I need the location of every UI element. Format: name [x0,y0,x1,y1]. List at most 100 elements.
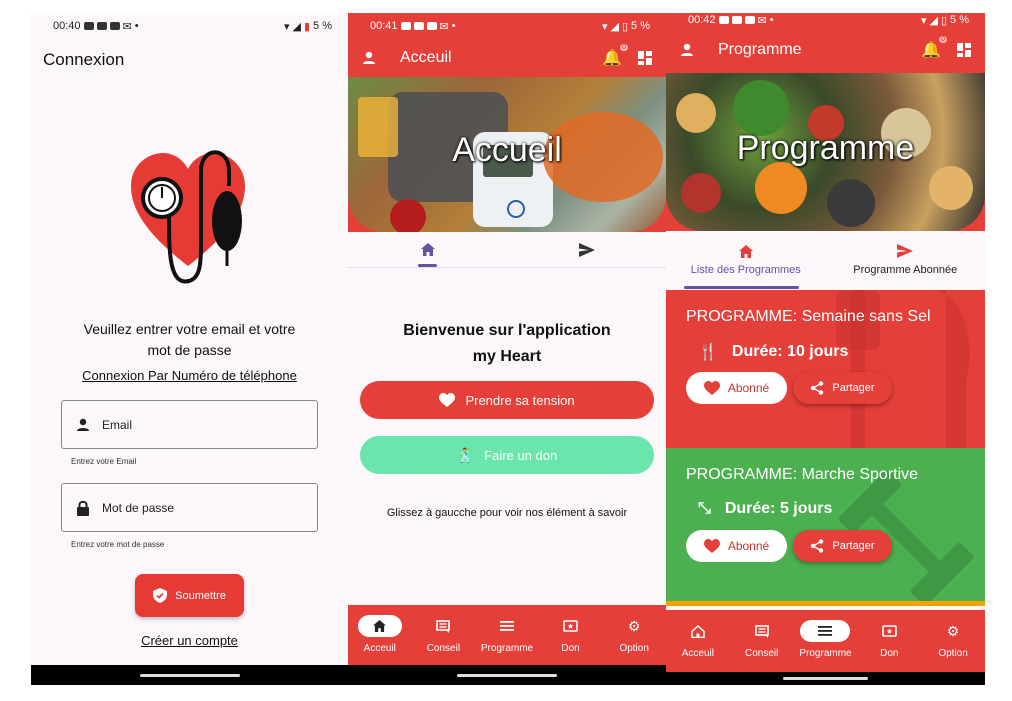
nav-label: Programme [480,643,534,654]
take-tension-button[interactable]: Prendre sa tension [360,381,654,419]
tab-programme-list[interactable]: Liste des Programmes [666,231,826,289]
status-bar: 00:42 ✉ • ▾ ◢ ▯ 5 % [666,13,985,27]
home-gesture-bar[interactable] [139,673,240,677]
comment-icon [436,619,451,633]
home-gesture-bar[interactable] [783,677,868,680]
email-placeholder: Email [102,417,133,432]
tab-bar: Liste des Programmes Programme Abonnée [666,231,985,289]
heart-icon [439,393,456,407]
home-gesture-bar[interactable] [457,673,557,677]
battery-icon: ▯ [940,14,948,27]
nav-don-indicator [549,615,593,637]
battery-level: 5 % [950,14,969,26]
submit-label: Soumettre [175,589,226,602]
battery-level: 5 % [313,20,332,32]
mail-icon: ✉ [122,20,132,33]
duration-text: Durée: 5 jours [724,500,833,517]
nav-accueil-indicator [357,615,402,637]
battery-icon: ▮ [303,20,311,33]
profile-icon[interactable] [680,43,694,57]
nav-item-programme[interactable]: Programme [476,615,538,654]
system-nav-bar [666,672,985,685]
nav-label: Don [880,648,899,659]
nav-item-don[interactable]: Don [858,620,920,659]
nav-conseil-indicator [421,615,465,637]
tab-indicator [684,286,799,289]
wifi-icon: ▾ [920,14,927,27]
nav-item-option[interactable]: ⚙ Option [603,615,665,655]
share-button[interactable]: Partager [793,530,892,562]
create-account-link[interactable]: Créer un compte [31,633,348,648]
dot-icon: • [451,20,456,32]
bottom-navigation: Acceuil Conseil Programme Don ⚙ Option [666,610,985,672]
gear-icon: ⚙ [627,617,641,634]
signal-icon: ◢ [292,20,301,33]
profile-icon[interactable] [362,51,376,65]
mail-icon: ✉ [757,14,767,27]
lock-icon [77,500,89,516]
app-bar: Programme 🔔 0 [666,27,985,73]
nav-label: Programme [799,648,852,659]
nav-item-option[interactable]: ⚙ Option [922,620,984,660]
nav-accueil-indicator [676,620,720,642]
heart-icon [703,539,720,553]
password-field[interactable]: Mot de passe [61,483,318,532]
subscribed-button[interactable]: Abonné [686,372,787,404]
nav-item-conseil[interactable]: Conseil [731,620,793,659]
tab-subscribed-programmes[interactable]: Programme Abonnée [826,231,986,289]
phone-login-link[interactable]: Connexion Par Numéro de téléphone [31,368,348,383]
nav-label: Option [619,643,649,654]
send-icon [897,244,914,258]
programme-card[interactable]: PROGRAMME: Semaine sans Sel 🍴 Durée: 10 … [666,290,985,448]
system-nav-bar [348,665,666,685]
page-title: Connexion [43,50,125,69]
appbar-title: Acceuil [400,49,452,66]
subscribed-button[interactable]: Abonné [686,530,787,562]
battery-icon: ▯ [621,20,629,33]
submit-button[interactable]: Soumettre [135,574,244,617]
email-hint: Entrez votre Email [71,457,137,466]
notifications-bell-icon[interactable]: 🔔 0 [602,44,628,68]
shield-check-icon [153,588,168,603]
password-placeholder: Mot de passe [102,500,175,515]
tab-label: Liste des Programmes [690,263,801,276]
dot-icon: • [769,14,774,26]
password-hint: Entrez votre mot de passe [71,540,165,549]
share-label: Partager [832,540,875,552]
share-button[interactable]: Partager [793,372,892,404]
tab-indicator [418,264,437,267]
hero-title: Programme [736,129,915,167]
donate-button[interactable]: 🕺 Faire un don [360,436,654,474]
nav-conseil-indicator [740,620,784,642]
swipe-hint: Glissez à gaucche pour voir nos élément … [386,507,628,519]
tab-send[interactable] [507,232,666,267]
notification-badge: 0 [939,36,947,43]
nav-item-conseil[interactable]: Conseil [412,615,474,654]
notification-icon [109,22,120,30]
dashboard-icon[interactable] [957,43,971,57]
dashboard-icon[interactable] [638,51,652,65]
notifications-bell-icon[interactable]: 🔔 0 [921,36,947,60]
programme-card[interactable]: PROGRAMME: Marche Sportive ⤡ Durée: 5 jo… [666,448,985,606]
heart-icon [703,381,720,395]
email-field[interactable]: Email [61,400,318,449]
nav-option-indicator: ⚙ [612,615,656,637]
comment-icon [754,624,769,638]
nav-item-accueil[interactable]: Acceuil [349,615,411,654]
nav-item-programme[interactable]: Programme [794,620,856,659]
ticket-icon [563,620,578,632]
hero-banner: Accueil [348,77,666,232]
nav-item-don[interactable]: Don [540,615,602,654]
notification-badge: 0 [620,44,628,51]
battery-level: 5 % [631,20,650,32]
person-icon [77,418,89,431]
gear-icon: ⚙ [946,622,960,639]
tab-home[interactable] [348,232,507,267]
duration-text: Durée: 10 jours [731,343,849,360]
programme-screen: 00:42 ✉ • ▾ ◢ ▯ 5 % Programme 🔔 0 Progra… [666,13,985,685]
home-icon [738,244,753,258]
nav-item-accueil[interactable]: Acceuil [667,620,729,659]
programme-duration: 🍴 Durée: 10 jours [698,342,848,362]
notification-icon [413,22,424,30]
hero-banner: Programme [666,73,985,231]
